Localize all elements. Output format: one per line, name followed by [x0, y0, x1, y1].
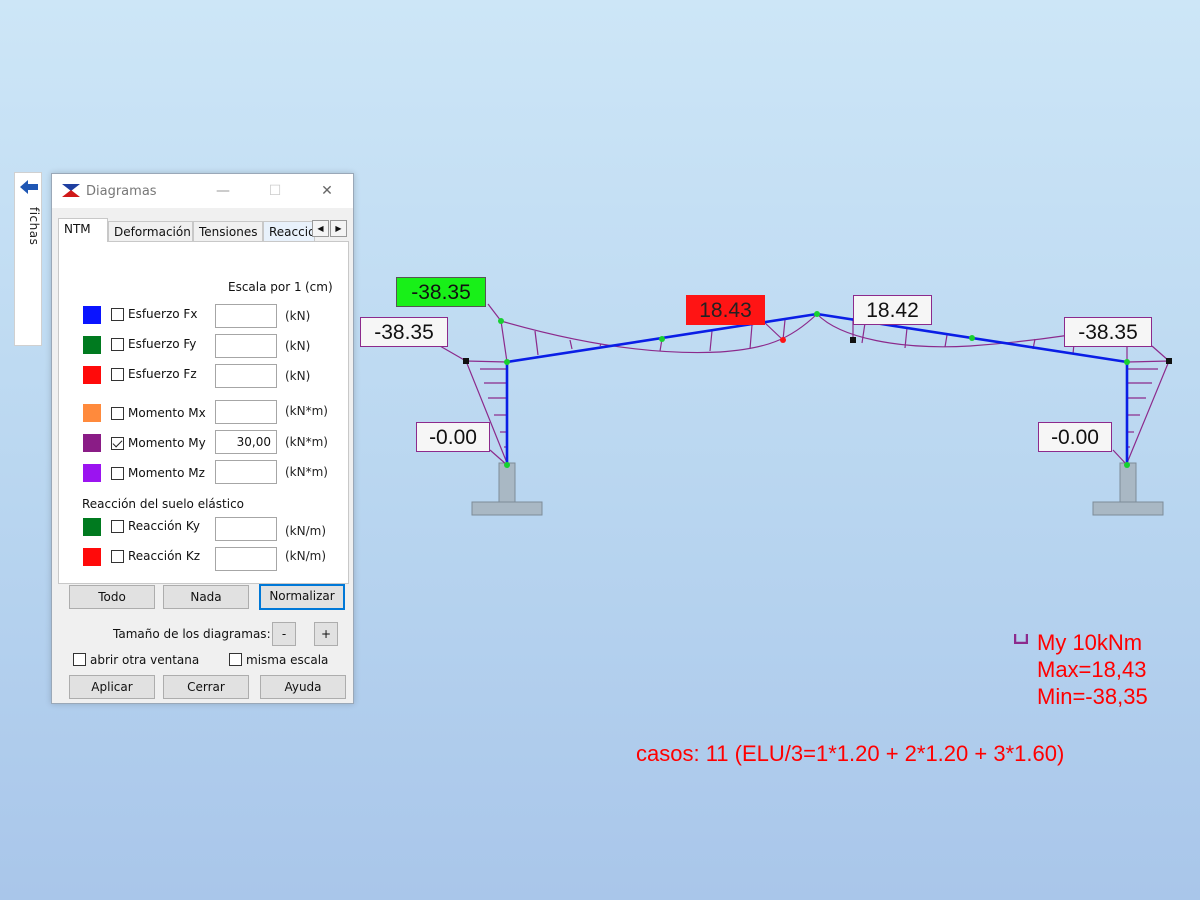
same-scale-label: misma escala [246, 653, 329, 667]
tab-ntm[interactable]: NTM [58, 218, 108, 242]
normalizar-button[interactable]: Normalizar [259, 584, 345, 610]
left-footing [471, 462, 543, 516]
minimize-button[interactable]: — [208, 179, 238, 203]
legend-title: My 10kNm [1037, 630, 1143, 655]
fz-label: Esfuerzo Fz [128, 367, 197, 381]
value-label-left-knee: -38.35 [360, 317, 448, 347]
value-label-min-highlight: -38.35 [396, 277, 486, 307]
fx-scale-input[interactable] [215, 304, 277, 328]
fy-scale-input[interactable] [215, 334, 277, 358]
same-scale-checkbox[interactable] [229, 653, 242, 666]
dialog-tabs: NTM Deformación Tensiones Reaccio [58, 218, 350, 242]
kz-unit: (kN/m) [285, 549, 327, 563]
ky-label: Reacción Ky [128, 519, 200, 533]
mz-color-swatch [83, 464, 101, 482]
mz-unit: (kN*m) [285, 465, 328, 479]
ky-unit: (kN/m) [285, 524, 327, 538]
app-logo-icon [61, 182, 81, 199]
fx-label: Esfuerzo Fx [128, 307, 198, 321]
scale-label: Escala por 1 [228, 280, 302, 294]
dialog-title: Diagramas [86, 184, 157, 199]
mx-unit: (kN*m) [285, 404, 328, 418]
todo-button[interactable]: Todo [69, 585, 155, 609]
mx-checkbox[interactable] [111, 407, 124, 420]
kz-scale-input[interactable] [215, 547, 277, 571]
value-label-right-base: -0.00 [1038, 422, 1112, 452]
fy-unit: (kN) [285, 339, 311, 353]
my-unit: (kN*m) [285, 435, 328, 449]
value-label-right-knee: -38.35 [1064, 317, 1152, 347]
value-label-left-base: -0.00 [416, 422, 490, 452]
tab-scroll-left-icon[interactable]: ◀ [312, 220, 329, 237]
size-decrease-button[interactable]: - [272, 622, 296, 646]
open-other-window-checkbox[interactable] [73, 653, 86, 666]
fy-checkbox[interactable] [111, 338, 124, 351]
ky-scale-input[interactable] [215, 517, 277, 541]
kz-label: Reacción Kz [128, 549, 200, 563]
legend-max: Max=18,43 [1037, 657, 1147, 682]
mz-scale-input[interactable] [215, 460, 277, 484]
tab-reacciones[interactable]: Reaccio [263, 221, 315, 241]
value-label-max-highlight: 18.43 [686, 295, 765, 325]
open-other-window-label: abrir otra ventana [90, 653, 200, 667]
fz-color-swatch [83, 366, 101, 384]
mx-scale-input[interactable] [215, 400, 277, 424]
scale-unit: (cm) [305, 280, 333, 294]
mx-color-swatch [83, 404, 101, 422]
fx-color-swatch [83, 306, 101, 324]
fz-unit: (kN) [285, 369, 311, 383]
portal-frame [505, 312, 1129, 465]
value-label-ridge-right: 18.42 [853, 295, 932, 325]
size-increase-button[interactable]: + [314, 622, 338, 646]
load-case-label: casos: 11 (ELU/3=1*1.20 + 2*1.20 + 3*1.6… [636, 741, 1065, 766]
fy-color-swatch [83, 336, 101, 354]
fz-scale-input[interactable] [215, 364, 277, 388]
apply-button[interactable]: Aplicar [69, 675, 155, 699]
tab-deformacion[interactable]: Deformación [108, 221, 193, 241]
fz-checkbox[interactable] [111, 368, 124, 381]
mx-label: Momento Mx [128, 406, 206, 420]
nada-button[interactable]: Nada [163, 585, 249, 609]
ky-color-swatch [83, 518, 101, 536]
tab-scroll-right-icon[interactable]: ▶ [330, 220, 347, 237]
fy-label: Esfuerzo Fy [128, 337, 197, 351]
my-color-swatch [83, 434, 101, 452]
my-scale-input[interactable]: 30,00 [215, 430, 277, 454]
kz-checkbox[interactable] [111, 550, 124, 563]
mz-label: Momento Mz [128, 466, 205, 480]
dialog-titlebar[interactable]: Diagramas — ☐ ✕ [52, 174, 353, 208]
ntm-panel: Escala por 1 (cm) Esfuerzo Fx (kN) Esfue… [58, 241, 349, 584]
mz-checkbox[interactable] [111, 467, 124, 480]
ky-checkbox[interactable] [111, 520, 124, 533]
help-button[interactable]: Ayuda [260, 675, 346, 699]
maximize-button[interactable]: ☐ [260, 179, 290, 203]
soil-section-label: Reacción del suelo elástico [82, 497, 245, 511]
tab-scroll-buttons: ◀ ▶ [312, 220, 350, 238]
close-button[interactable]: Cerrar [163, 675, 249, 699]
kz-color-swatch [83, 548, 101, 566]
legend-min: Min=-38,35 [1037, 684, 1148, 709]
diagramas-dialog: Diagramas — ☐ ✕ NTM Deformación Tensione… [51, 173, 354, 704]
tab-tensiones[interactable]: Tensiones [193, 221, 263, 241]
moment-legend-icon [1014, 634, 1028, 644]
fx-checkbox[interactable] [111, 308, 124, 321]
fx-unit: (kN) [285, 309, 311, 323]
my-label: Momento My [128, 436, 206, 450]
my-checkbox[interactable] [111, 437, 124, 450]
close-window-button[interactable]: ✕ [312, 179, 342, 203]
right-footing [1092, 462, 1164, 516]
diagram-size-label: Tamaño de los diagramas: [113, 627, 271, 641]
